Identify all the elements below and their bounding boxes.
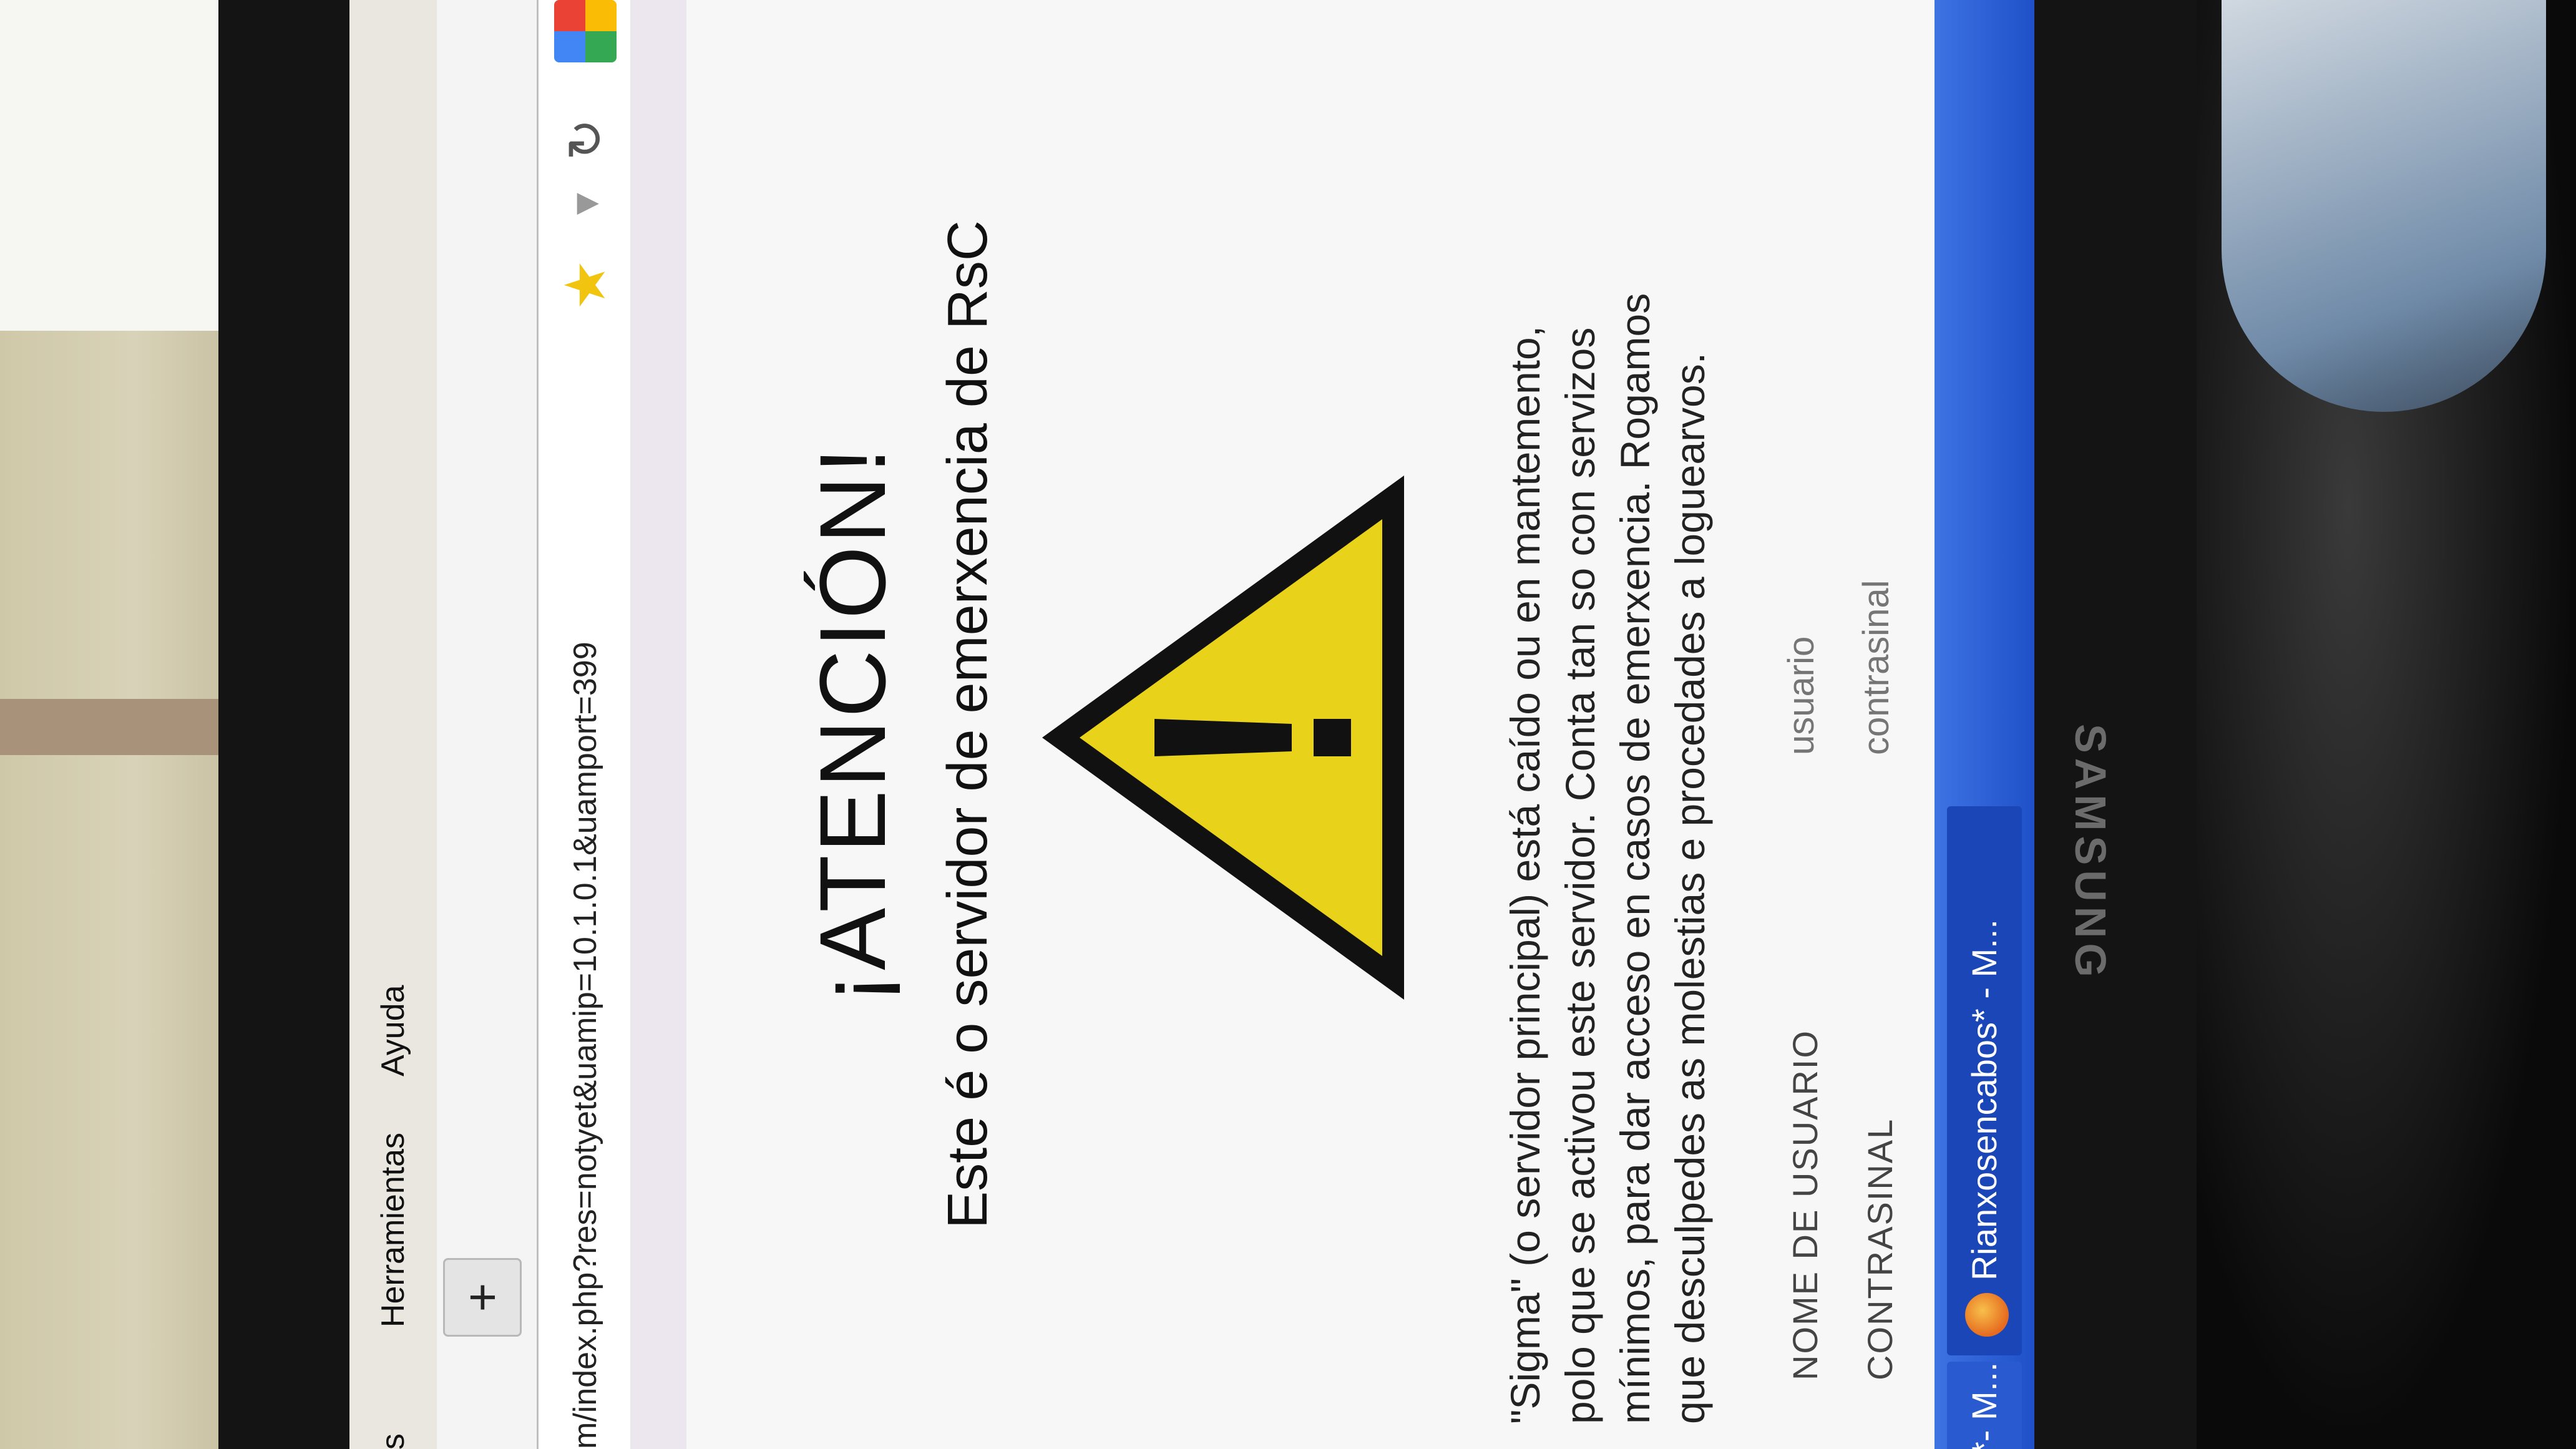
reload-icon[interactable]: ↻ [557,119,615,160]
taskbar-item-label: Rianxosencabos* - M... [1964,919,2004,1281]
bookmark-star-icon[interactable]: ★ [553,260,618,310]
message-line: polo que se activou este servidor. Conta… [1557,327,1603,1424]
taskbar: *- M... Rianxosencabos* - M... [1934,0,2034,1449]
warning-icon [1042,476,1404,1000]
message-line: "Sigma" (o servidor principal) está caíd… [1502,325,1548,1424]
address-bar[interactable]: m/index.php?res=notyet&uamip=10.1.0.1&ua… [537,0,634,1449]
screen: es Herramientas Ayuda + m/index.php?res=… [349,0,2034,1449]
menu-item-help[interactable]: Ayuda [374,985,412,1076]
taskbar-item-firefox[interactable]: Rianxosencabos* - M... [1947,806,2022,1355]
username-input[interactable] [1780,317,1823,756]
firefox-icon [1965,1293,2009,1337]
username-label: NOME DE USUARIO [1785,1029,1825,1380]
dropdown-arrow-icon[interactable]: ▼ [564,185,607,222]
message-line: mínimos, para dar acceso en casos de eme… [1612,293,1658,1424]
google-search-icon[interactable] [554,0,617,62]
message-line: que desculpedes as molestias e procedade… [1667,352,1713,1424]
password-label: CONTRASINAL [1860,1118,1900,1380]
stand-reflection [2222,0,2546,412]
new-tab-button[interactable]: + [443,1258,522,1337]
address-url[interactable]: m/index.php?res=notyet&uamip=10.1.0.1&ua… [567,310,604,1449]
page-header-strip [630,0,686,1449]
notice-message: "Sigma" (o servidor principal) está caíd… [1498,0,1717,1449]
wall-stripe [0,699,225,755]
menu-item-partial[interactable]: es [374,1433,412,1449]
monitor-brand: SAMSUNG [2066,724,2115,982]
exclamation-dot [1314,719,1351,756]
taskbar-item-other[interactable]: *- M... [1947,1362,2022,1449]
page-title: ¡ATENCIÓN! [800,445,905,1004]
page-subtitle: Este é o servidor de emerxencia de RsC [937,220,999,1229]
menu-bar: es Herramientas Ayuda [349,0,437,1449]
background-wall-top [0,0,225,331]
page-content: ¡ATENCIÓN! Este é o servidor de emerxenc… [686,0,1934,1449]
password-input[interactable] [1855,317,1898,756]
background-wall [0,331,225,1449]
exclamation-bar [1154,719,1292,756]
menu-item-tools[interactable]: Herramientas [374,1133,412,1327]
